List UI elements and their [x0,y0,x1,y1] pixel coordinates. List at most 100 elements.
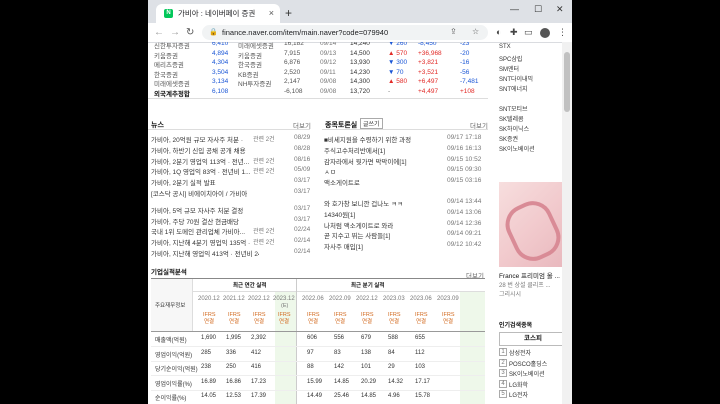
board-title[interactable]: ■비세지원을 수령하기 위한 과정 [324,134,411,144]
news-title[interactable]: 가비아, 20억원 규모 자사주 처분 · [151,134,243,144]
minimize-button[interactable]: — [510,4,519,14]
news-title[interactable]: 가비아, 1Q 영업익 83억 · 전년비 1... [151,166,251,176]
ad-title[interactable]: France 프리미엄 올 ... [499,270,560,280]
side-stock[interactable]: SNT다이내믹 [499,74,533,83]
side-stock[interactable]: SK이노베이션 [499,144,535,153]
news-item[interactable]: [코스닥 공시] 비에이치아이 / 가비아 03/17 [151,188,313,198]
news-title[interactable]: 국내 1위 도메인 관리업체 가비아... [151,226,245,236]
news-item[interactable]: 가비아, 1Q 영업익 83억 · 전년비 1... 관련 2건 05/09 [151,166,313,176]
tab-close-icon[interactable]: × [269,8,274,18]
news-related[interactable]: 관련 2건 [251,166,275,176]
url-box[interactable]: 🔒 finance.naver.com/item/main.naver?code… [202,25,488,40]
side-stock[interactable]: SK텔레콤 [499,114,524,123]
popular-name[interactable]: LG화학 [509,380,528,389]
news-item[interactable]: 가비아, 2분기 영업익 113억 · 전년... 관련 2건 08/16 [151,155,313,166]
maximize-button[interactable]: ☐ [534,4,542,15]
ad-image[interactable] [499,182,567,267]
daily-change: - [388,87,391,95]
news-item[interactable]: 가비아, 20억원 규모 자사주 처분 · 관련 2건 08/29 [151,134,313,144]
broker-name-2: KB증권 [238,71,259,79]
menu-icon[interactable]: ⋮ [558,27,567,38]
side-stock[interactable]: SNT에너지 [499,84,528,93]
news-title[interactable]: 가비아, 지난해 영업익 413억 · 전년비 24.8% ↑ [151,248,259,258]
news-title[interactable]: 가비아, 2분기 실적 발표 [151,177,216,187]
url-text[interactable]: finance.naver.com/item/main.naver?code=0… [222,28,388,37]
popular-name[interactable]: POSCO홀딩스 [509,359,547,368]
board-title[interactable]: 와 호가창 보니깐 겁나노 ㅋㅋ [324,198,403,208]
news-related[interactable]: 관련 2건 [251,237,275,247]
board-title[interactable]: 나처럼 액소게이트로 와라 [324,220,393,230]
scrollbar-thumb[interactable] [564,52,570,112]
side-stock[interactable]: SM엔터 [499,64,519,73]
board-title[interactable]: 자사주 매입[1] [324,241,363,251]
news-item[interactable]: 가비아, 주당 70원 결산 현금배당 03/17 [151,216,313,226]
popular-name[interactable]: SK이노베이션 [509,369,545,378]
board-item[interactable]: ■비세지원을 수령하기 위한 과정 09/17 17:18 [324,134,488,144]
popular-item[interactable]: 4 LG화학 [499,379,569,390]
board-item[interactable]: ㅅㅁ 09/15 09:30 [324,166,488,176]
news-related[interactable]: 관련 2건 [251,134,275,143]
daily-date: 09/08 [320,78,337,85]
side-stock[interactable]: STX [499,44,511,50]
extension-icon[interactable]: ◐ [496,27,501,37]
news-item[interactable]: 가비아, 하반기 신입 공채 공개 채용 08/28 [151,145,313,155]
write-button[interactable]: 글쓰기 [360,118,383,129]
board-item[interactable]: 나처럼 액소게이트로 와라 09/14 12:36 [324,220,488,230]
side-stock[interactable]: SNT모티브 [499,104,528,113]
fin-annual-col: 2023.12 [273,296,295,302]
news-title[interactable]: 가비아, 지난해 4분기 영업익 135억 · 전... [151,237,259,247]
popular-name[interactable]: 삼성전자 [509,348,531,357]
board-item[interactable]: 곧 지수고 뛰는 사람들[1] 09/14 09:21 [324,230,488,240]
daily-change: ▲ 570 [388,49,408,57]
side-stock[interactable]: SK하이닉스 [499,124,529,133]
news-item[interactable]: 가비아, 지난해 4분기 영업익 135억 · 전... 관련 2건 02/14 [151,237,313,247]
board-item[interactable]: 와 호가창 보니깐 겁나노 ㅋㅋ 09/14 13:44 [324,198,488,208]
board-item[interactable]: 액소게이트로 09/15 03:16 [324,177,488,187]
news-title[interactable]: [코스닥 공시] 비에이치아이 / 가비아 [151,188,247,198]
popular-tab[interactable]: 코스피 [499,332,567,346]
board-title[interactable]: ㅅㅁ [324,166,336,176]
popular-name[interactable]: LG전자 [509,390,528,399]
board-item[interactable]: 14340원[1] 09/14 13:06 [324,209,488,219]
board-title[interactable]: 액소게이트로 [324,177,360,187]
popular-item[interactable]: 5 LG전자 [499,390,569,400]
board-title[interactable]: 감자라에서 뭣가면 막막이에[1] [324,156,407,166]
board-item[interactable]: 주식고수처리반에서[1] 09/16 16:13 [324,145,488,155]
board-title[interactable]: 14340원[1] [324,209,355,219]
news-related[interactable]: 관련 2건 [251,155,275,165]
news-related[interactable]: 관련 2건 [251,226,275,236]
browser-tab[interactable]: N 가비아 : 네이버페이 증권 × [156,4,280,23]
board-title[interactable]: 곧 지수고 뛰는 사람들[1] [324,230,390,240]
forward-icon[interactable]: → [170,27,180,38]
daily-price: 14,500 [350,49,370,57]
daily-net: +3,821 [418,59,439,66]
back-icon[interactable]: ← [154,27,164,38]
news-title[interactable]: 가비아, 2분기 영업익 113억 · 전년... [151,156,249,166]
popular-item[interactable]: 2 POSCO홀딩스 [499,358,569,369]
avatar[interactable] [540,28,550,38]
board-item[interactable]: 자사주 매입[1] 09/12 10:42 [324,241,488,251]
share-icon[interactable]: ⇪ [450,27,457,36]
news-item[interactable]: 가비아, 2분기 실적 발표 03/17 [151,177,313,187]
side-stock[interactable]: SPC삼립 [499,54,522,63]
news-item[interactable]: 국내 1위 도메인 관리업체 가비아... 관련 2건 02/24 [151,226,313,236]
reload-icon[interactable]: ↻ [186,27,194,38]
news-title[interactable]: 가비아, 하반기 신입 공채 공개 채용 [151,145,246,155]
board-title[interactable]: 주식고수처리반에서[1] [324,145,385,155]
news-item[interactable]: 가비아, 지난해 영업익 413억 · 전년비 24.8% ↑ 02/14 [151,248,313,258]
popular-item[interactable]: 3 SK이노베이션 [499,369,569,379]
news-title[interactable]: 가비아, 주당 70원 결산 현금배당 [151,216,239,226]
new-tab-button[interactable]: + [285,6,292,20]
puzzle-icon[interactable]: ✚ [510,27,518,38]
scrollbar[interactable] [562,42,572,404]
bookmark-star-icon[interactable]: ☆ [472,27,479,36]
window-close-button[interactable]: ✕ [556,4,564,15]
board-item[interactable]: 감자라에서 뭣가면 막막이에[1] 09/15 10:52 [324,156,488,166]
board-date: 09/14 12:36 [447,219,482,227]
popular-item[interactable]: 1 삼성전자 [499,348,569,358]
news-item[interactable]: 가비아, 5억 규모 자사주 처분 결정 03/17 [151,205,313,215]
sidepanel-icon[interactable]: ▭ [524,27,533,38]
daily-foreign: -20 [460,49,470,57]
side-stock[interactable]: SK증권 [499,134,518,143]
news-title[interactable]: 가비아, 5억 규모 자사주 처분 결정 [151,205,243,215]
